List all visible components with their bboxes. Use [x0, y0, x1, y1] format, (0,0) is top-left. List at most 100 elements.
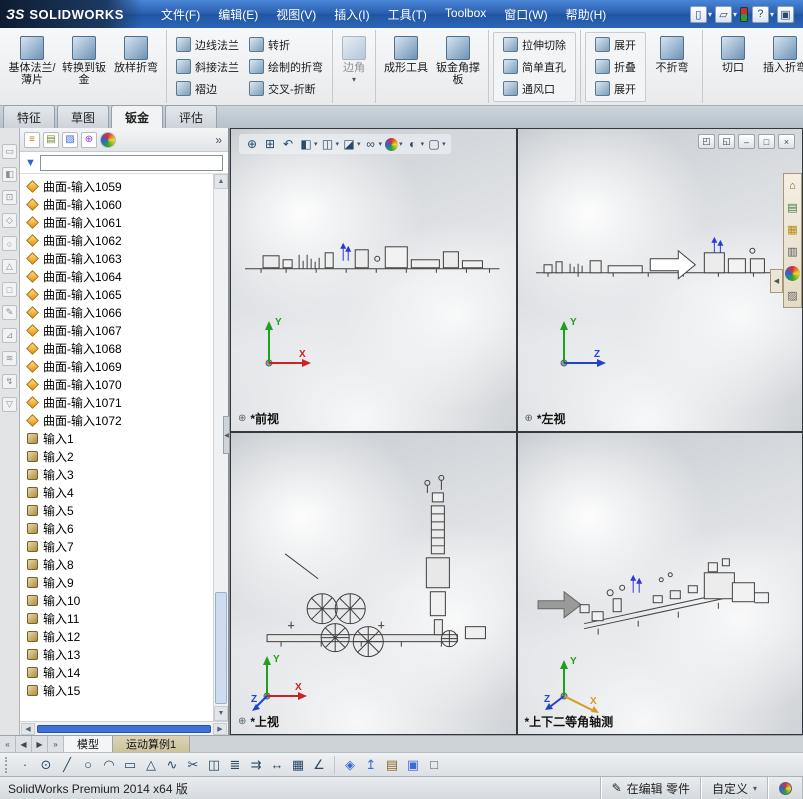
dock-tool-icon[interactable]: ○ — [2, 236, 17, 251]
design-library-icon[interactable]: ▤ — [785, 200, 800, 215]
tree-item-import[interactable]: 输入8 — [25, 555, 213, 573]
cross-break-button[interactable]: 交叉-折断 — [244, 79, 328, 99]
open-icon[interactable]: ▱ ▾ — [714, 5, 737, 23]
dimxpertmanager-icon[interactable]: ⊕ — [81, 131, 97, 148]
menu-item[interactable]: 工具(T) — [379, 1, 436, 28]
display-style-icon[interactable]: ◪ ▾ — [341, 136, 360, 152]
base-flange-button[interactable]: 基体法兰/薄片 — [6, 32, 58, 102]
tree-item-surface[interactable]: 曲面-输入1062 — [25, 231, 213, 249]
simple-hole-button[interactable]: 简单直孔 — [498, 57, 571, 77]
configurationmanager-icon[interactable]: ▧ — [62, 131, 78, 148]
tree-item-import[interactable]: 输入3 — [25, 465, 213, 483]
dock-tool-icon[interactable]: ⊡ — [2, 190, 17, 205]
dock-tool-icon[interactable]: △ — [2, 259, 17, 274]
appearances-icon[interactable] — [785, 266, 800, 281]
sheet-metal-gusset-button[interactable]: 钣金角撑板 — [432, 32, 484, 102]
offset-tool-icon[interactable]: ≣ — [225, 755, 245, 775]
tab-nav-arrow[interactable]: ◀ — [16, 736, 32, 752]
tree-item-import[interactable]: 输入9 — [25, 573, 213, 591]
fold-button[interactable]: 折叠 — [590, 57, 641, 77]
view-orientation-icon[interactable]: ◫ ▾ — [320, 136, 339, 152]
previous-view-icon[interactable]: ↶ — [280, 136, 296, 152]
tree-item-surface[interactable]: 曲面-输入1068 — [25, 339, 213, 357]
vent-button[interactable]: 通风口 — [498, 79, 571, 99]
tree-item-import[interactable]: 输入13 — [25, 645, 213, 663]
menu-item[interactable]: Toolbox — [436, 1, 495, 28]
restore-viewport-icon[interactable]: ◰ — [698, 134, 715, 149]
tree-item-surface[interactable]: 曲面-输入1065 — [25, 285, 213, 303]
menu-item[interactable]: 文件(F) — [152, 1, 209, 28]
tab-nav-arrow[interactable]: ▶ — [32, 736, 48, 752]
extruded-cut-button[interactable]: 拉伸切除 — [498, 35, 571, 55]
unfold-button[interactable]: 展开 — [590, 35, 641, 55]
tree-item-surface[interactable]: 曲面-输入1072 — [25, 411, 213, 429]
flatten-button[interactable]: 展开 — [590, 79, 641, 99]
sketched-bend-button[interactable]: 绘制的折弯 — [244, 57, 328, 77]
forming-tool-button[interactable]: 成形工具 — [380, 32, 432, 102]
rebuild-indicator-icon[interactable] — [739, 6, 749, 22]
miter-flange-button[interactable]: 斜接法兰 — [171, 57, 244, 77]
tab-sheet-metal[interactable]: 钣金 — [111, 105, 164, 128]
tree-item-import[interactable]: 输入15 — [25, 681, 213, 699]
displaymanager-icon[interactable] — [100, 131, 116, 148]
ellipse-tool-icon[interactable]: ○ — [78, 755, 98, 775]
tree-item-surface[interactable]: 曲面-输入1059 — [25, 177, 213, 195]
dock-tool-icon[interactable]: ◇ — [2, 213, 17, 228]
tab-nav-arrow[interactable]: « — [0, 736, 16, 752]
circle-tool-icon[interactable]: ⊙ — [36, 755, 56, 775]
zoom-area-icon[interactable]: ⊞ — [262, 136, 278, 152]
no-bends-button[interactable]: 不折弯 — [646, 32, 698, 102]
zoom-fit-icon[interactable]: ⊕ — [244, 136, 260, 152]
dock-tool-icon[interactable]: ↯ — [2, 374, 17, 389]
mirror-tool-icon[interactable]: ◫ — [204, 755, 224, 775]
isometric-cube-icon[interactable]: ◈ — [340, 755, 360, 775]
tree-item-surface[interactable]: 曲面-输入1060 — [25, 195, 213, 213]
convert-to-sheet-metal-button[interactable]: 转换到钣金 — [58, 32, 110, 102]
polygon-tool-icon[interactable]: △ — [141, 755, 161, 775]
menu-item[interactable]: 窗口(W) — [495, 1, 556, 28]
section-view-icon[interactable]: ◧ ▾ — [298, 136, 317, 152]
viewport-isometric[interactable]: Y X Z *上下二等角轴测 — [517, 432, 802, 734]
dimension-tool-icon[interactable]: ↔ — [267, 755, 287, 775]
dock-tool-icon[interactable]: □ — [2, 282, 17, 297]
jog-button[interactable]: 转折 — [244, 35, 328, 55]
vertical-scroll-thumb[interactable] — [215, 592, 227, 704]
view-settings-icon[interactable]: ▢ ▾ — [426, 136, 445, 152]
tree-item-import[interactable]: 输入2 — [25, 447, 213, 465]
scroll-right-arrow[interactable]: ▶ — [213, 722, 227, 735]
tree-item-surface[interactable]: 曲面-输入1069 — [25, 357, 213, 375]
dock-tool-icon[interactable]: ▭ — [2, 144, 17, 159]
normal-to-icon[interactable]: ↥ — [361, 755, 381, 775]
trim-tool-icon[interactable]: ✂ — [183, 755, 203, 775]
dock-tool-icon[interactable]: ✎ — [2, 305, 17, 320]
tab-model[interactable]: 模型 — [64, 736, 113, 752]
tree-item-import[interactable]: 输入12 — [25, 627, 213, 645]
task-pane-collapse-arrow[interactable]: ◀ — [770, 269, 783, 293]
tree-item-import[interactable]: 输入10 — [25, 591, 213, 609]
tab-features[interactable]: 特征 — [3, 105, 56, 128]
tab-evaluate[interactable]: 评估 — [165, 105, 218, 128]
hem-button[interactable]: 褶边 — [171, 79, 244, 99]
viewport-left[interactable]: Y Z ⊕ *左视 — [517, 129, 802, 431]
grid-icon[interactable]: ▦ — [288, 755, 308, 775]
fullscreen-icon[interactable]: ▣ — [777, 5, 795, 23]
split-viewport-icon[interactable]: ◱ — [718, 134, 735, 149]
tree-filter-input[interactable] — [39, 154, 223, 171]
view-palette-icon[interactable]: ▥ — [785, 244, 800, 259]
tree-item-import[interactable]: 输入6 — [25, 519, 213, 537]
edge-flange-button[interactable]: 边线法兰 — [171, 35, 244, 55]
tree-item-import[interactable]: 输入1 — [25, 429, 213, 447]
viewport-front[interactable]: Y X ⊕ *前视 — [231, 129, 516, 431]
corner-button[interactable]: 边角 ▾ — [337, 32, 371, 102]
panel-collapse-handle[interactable]: ◀ — [223, 416, 230, 454]
arc-tool-icon[interactable]: ◠ — [99, 755, 119, 775]
tree-item-import[interactable]: 输入7 — [25, 537, 213, 555]
rip-button[interactable]: 切口 — [707, 32, 759, 102]
menu-item[interactable]: 插入(I) — [325, 1, 378, 28]
apply-scene-icon[interactable]: ◐ ▾ — [405, 136, 424, 152]
close-icon[interactable]: × — [778, 134, 795, 149]
tab-motion-study[interactable]: 运动算例1 — [113, 736, 191, 752]
drawing-sheet-icon[interactable]: ▤ — [382, 755, 402, 775]
status-sphere-icon[interactable] — [779, 781, 792, 795]
dock-tool-icon[interactable]: ≋ — [2, 351, 17, 366]
